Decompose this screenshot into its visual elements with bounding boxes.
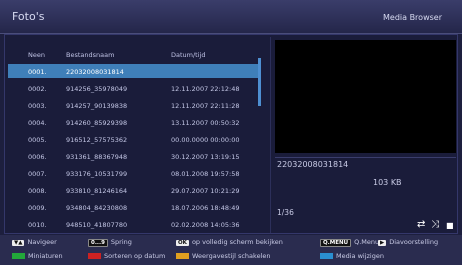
menu-key-icon: Q.MENU — [320, 239, 352, 247]
row-number: 0001. — [28, 68, 47, 76]
row-datetime: 00.00.0000 00:00:00 — [171, 136, 240, 144]
list-item[interactable]: 0003. 914257_90139838 12.11.2007 22:11:2… — [8, 98, 258, 112]
list-item[interactable]: 0008. 933810_81246164 29.07.2007 10:21:2… — [8, 183, 258, 197]
row-number: 0004. — [28, 119, 47, 127]
row-filename: 914257_90139838 — [66, 102, 128, 110]
yellow-key-icon — [176, 253, 189, 259]
key-hint-bar: ▼▲ Navigeer 0...9 Spring OK op volledig sch… — [0, 235, 462, 265]
hint-jump: 0...9 Spring — [88, 238, 132, 247]
blue-key-icon — [320, 253, 333, 259]
image-preview — [275, 40, 456, 153]
row-datetime: 08.01.2008 19:57:58 — [171, 170, 240, 178]
play-key-icon: ▶ — [378, 240, 387, 246]
preview-panel: 22032008031814 103 KB 1/36 ⇄ ⤨ ■ — [270, 37, 456, 233]
repeat-icon[interactable]: ⇄ — [417, 219, 425, 230]
row-datetime: 12.11.2007 22:12:48 — [171, 85, 240, 93]
row-filename: 934804_84230808 — [66, 204, 128, 212]
hint-ok: OK op volledig scherm bekijken — [176, 238, 283, 246]
row-filename: 933176_10531799 — [66, 170, 128, 178]
selected-filename: 22032008031814 — [277, 160, 349, 169]
list-item[interactable]: 0004. 914260_85929398 13.11.2007 00:50:3… — [8, 115, 258, 129]
column-header-datetime: Datum/tijd — [171, 51, 206, 59]
hint-green: Miniaturen — [12, 252, 63, 260]
list-item[interactable]: 0007. 933176_10531799 08.01.2008 19:57:5… — [8, 166, 258, 180]
list-item-selected[interactable]: 0001. 22032008031814 — [8, 64, 258, 78]
row-datetime: 30.12.2007 13:19:15 — [171, 153, 240, 161]
mode-label: Media Browser — [383, 13, 442, 22]
hint-play: ▶ Diavoorstelling — [378, 238, 439, 246]
hint-yellow: Weergavestijl schakelen — [176, 252, 271, 260]
updown-key-icon: ▼▲ — [12, 240, 25, 246]
row-number: 0002. — [28, 85, 47, 93]
row-filename: 22032008031814 — [66, 68, 124, 76]
file-list[interactable]: Neen Bestandsnaam Datum/tijd 0001. 22032… — [6, 37, 266, 233]
page-title: Foto's — [12, 10, 45, 23]
number-key-icon: 0...9 — [88, 239, 108, 247]
row-number: 0005. — [28, 136, 47, 144]
row-datetime: 18.07.2006 18:48:49 — [171, 204, 240, 212]
list-item[interactable]: 0002. 914256_35978049 12.11.2007 22:12:4… — [8, 81, 258, 95]
list-item[interactable]: 0006. 931361_88367948 30.12.2007 13:19:1… — [8, 149, 258, 163]
hint-red: Sorteren op datum — [88, 252, 165, 260]
list-item[interactable]: 0005. 916512_57575362 00.00.0000 00:00:0… — [8, 132, 258, 146]
hint-menu: Q.MENU Q.Menu — [320, 238, 379, 247]
column-header-filename: Bestandsnaam — [66, 51, 115, 59]
row-filename: 933810_81246164 — [66, 187, 128, 195]
green-key-icon — [12, 253, 25, 259]
list-item[interactable]: 0010. 948510_41807780 02.02.2008 14:05:3… — [8, 217, 258, 231]
row-filename: 916512_57575362 — [66, 136, 128, 144]
row-number: 0007. — [28, 170, 47, 178]
row-filename: 931361_88367948 — [66, 153, 128, 161]
row-filename: 914256_35978049 — [66, 85, 128, 93]
row-datetime: 29.07.2007 10:21:29 — [171, 187, 240, 195]
red-key-icon — [88, 253, 101, 259]
row-datetime: 13.11.2007 00:50:32 — [171, 119, 240, 127]
row-number: 0008. — [28, 187, 47, 195]
column-header-number: Neen — [28, 51, 45, 59]
list-item[interactable]: 0009. 934804_84230808 18.07.2006 18:48:4… — [8, 200, 258, 214]
file-counter: 1/36 — [277, 208, 294, 217]
file-size: 103 KB — [373, 178, 402, 187]
list-scrollbar[interactable] — [258, 58, 261, 106]
shuffle-icon[interactable]: ⤨ — [431, 219, 439, 230]
row-number: 0006. — [28, 153, 47, 161]
row-number: 0010. — [28, 221, 47, 229]
row-number: 0009. — [28, 204, 47, 212]
row-number: 0003. — [28, 102, 47, 110]
ok-key-icon: OK — [176, 240, 189, 246]
stop-icon[interactable]: ■ — [446, 221, 454, 230]
row-datetime: 02.02.2008 14:05:36 — [171, 221, 240, 229]
row-datetime: 12.11.2007 22:11:28 — [171, 102, 240, 110]
hint-blue: Media wijzigen — [320, 252, 384, 260]
row-filename: 914260_85929398 — [66, 119, 128, 127]
row-filename: 948510_41807780 — [66, 221, 128, 229]
title-bar: Foto's Media Browser — [0, 0, 462, 34]
divider — [275, 157, 456, 158]
hint-navigate: ▼▲ Navigeer — [12, 238, 57, 246]
